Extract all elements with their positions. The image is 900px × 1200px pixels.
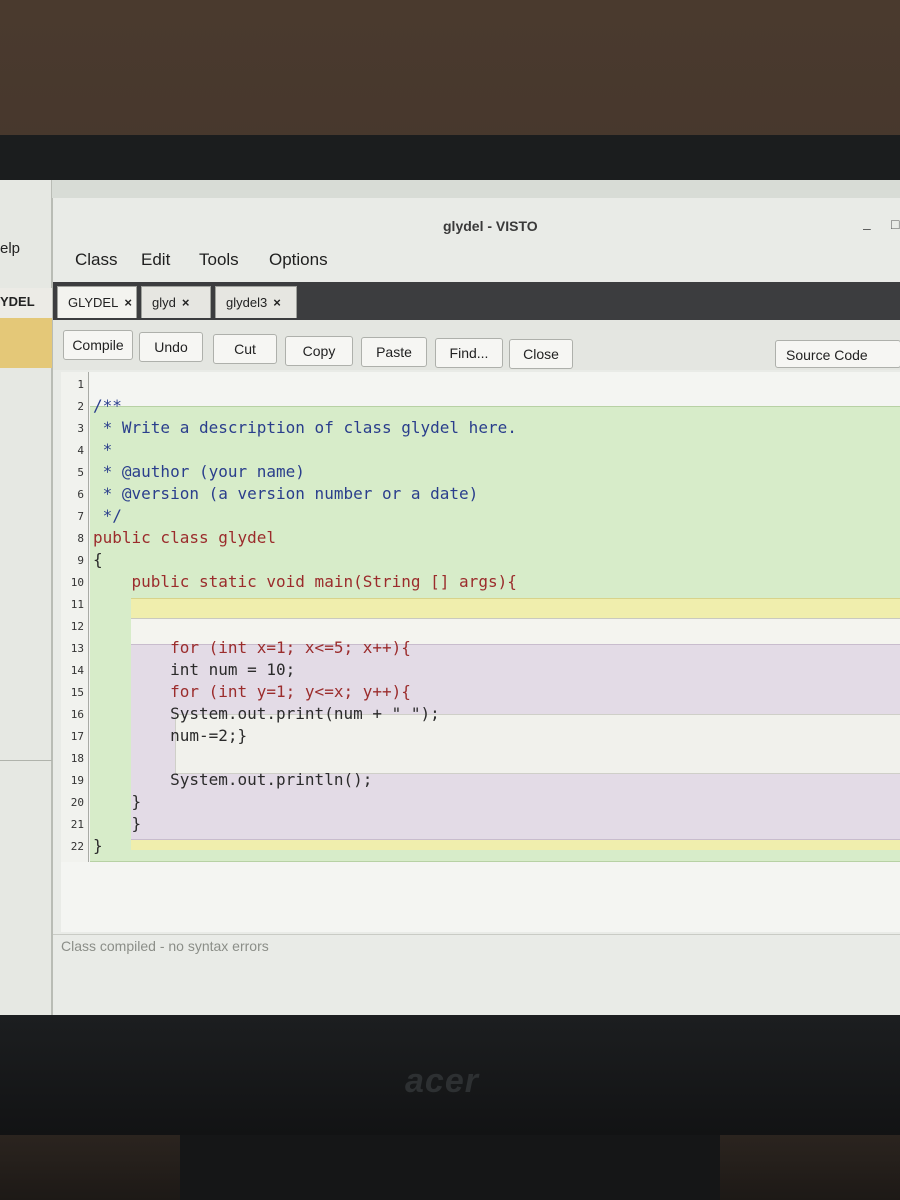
line-number: 14: [70, 664, 84, 677]
menu-tools[interactable]: Tools: [199, 250, 239, 270]
code-line: */: [93, 506, 122, 525]
paste-button[interactable]: Paste: [361, 337, 427, 367]
code-line: }: [93, 814, 142, 833]
line-number: 13: [70, 642, 84, 655]
line-number: 2: [77, 400, 84, 413]
maximize-icon[interactable]: □: [891, 216, 899, 232]
code-line: public static void main(String [] args){: [93, 572, 517, 591]
line-number-gutter: 1 2 3 4 5 6 7 8 9 10 11 12 13 14 15 16 1…: [61, 372, 89, 862]
code-line: for (int y=1; y<=x; y++){: [93, 682, 411, 701]
code-line: * @version (a version number or a date): [93, 484, 479, 503]
line-number: 4: [77, 444, 84, 457]
screen: elp YDEL glydel - VISTO – □ Class Edit T…: [0, 180, 900, 1015]
code-editor[interactable]: 1 2 3 4 5 6 7 8 9 10 11 12 13 14 15 16 1…: [61, 372, 900, 932]
code-line: public class glydel: [93, 528, 277, 547]
code-line: * @author (your name): [93, 462, 305, 481]
line-number: 11: [70, 598, 84, 611]
line-number: 9: [77, 554, 84, 567]
line-number: 12: [70, 620, 84, 633]
line-number: 1: [77, 378, 84, 391]
inner-loop-scope-highlight: [175, 714, 900, 774]
tab-label: glydel3: [226, 295, 268, 310]
code-line: * Write a description of class glydel he…: [93, 418, 517, 437]
toolbar: Compile Undo Cut Copy Paste Find... Clos…: [53, 320, 900, 370]
title-bar[interactable]: glydel - VISTO – □: [53, 198, 900, 242]
status-divider: [53, 934, 900, 935]
code-line: }: [93, 836, 103, 855]
code-line: *: [93, 440, 113, 459]
view-select[interactable]: Source Code: [775, 340, 900, 368]
code-line: {: [93, 550, 103, 569]
line-number: 10: [70, 576, 84, 589]
status-message: Class compiled - no syntax errors: [61, 938, 269, 954]
tab-label: GLYDEL: [68, 295, 119, 310]
monitor-stand: [180, 1135, 720, 1200]
line-number: 5: [77, 466, 84, 479]
line-number: 16: [70, 708, 84, 721]
tab-glydel[interactable]: GLYDEL ×: [57, 286, 137, 318]
background-menu-help[interactable]: elp: [0, 240, 20, 257]
line-number: 18: [70, 752, 84, 765]
line-number: 6: [77, 488, 84, 501]
close-icon[interactable]: ×: [273, 295, 281, 310]
tab-glydel3[interactable]: glydel3 ×: [215, 286, 297, 318]
undo-button[interactable]: Undo: [139, 332, 203, 362]
minimize-icon[interactable]: –: [863, 220, 871, 236]
background-divider: [0, 760, 52, 761]
code-line: /**: [93, 396, 122, 415]
tab-bar: GLYDEL × glyd × glydel3 ×: [53, 282, 900, 320]
line-number: 22: [70, 840, 84, 853]
menu-bar: Class Edit Tools Options: [53, 242, 900, 282]
line-number: 8: [77, 532, 84, 545]
background-tab[interactable]: YDEL: [0, 288, 52, 318]
line-number: 19: [70, 774, 84, 787]
editor-window: glydel - VISTO – □ Class Edit Tools Opti…: [52, 198, 900, 1015]
close-icon[interactable]: ×: [124, 295, 132, 310]
monitor-brand-logo: acer: [405, 1062, 479, 1100]
menu-options[interactable]: Options: [269, 250, 328, 270]
code-line: }: [93, 792, 142, 811]
line-number: 17: [70, 730, 84, 743]
menu-edit[interactable]: Edit: [141, 250, 170, 270]
find-button[interactable]: Find...: [435, 338, 503, 368]
copy-button[interactable]: Copy: [285, 336, 353, 366]
line-number: 3: [77, 422, 84, 435]
tab-glyd[interactable]: glyd ×: [141, 286, 211, 318]
tab-label: glyd: [152, 295, 176, 310]
code-line: int num = 10;: [93, 660, 296, 679]
line-number: 7: [77, 510, 84, 523]
background-window[interactable]: elp YDEL: [0, 180, 52, 1015]
menu-class[interactable]: Class: [75, 250, 118, 270]
line-number: 15: [70, 686, 84, 699]
close-icon[interactable]: ×: [182, 295, 190, 310]
cut-button[interactable]: Cut: [213, 334, 277, 364]
line-number: 20: [70, 796, 84, 809]
line-number: 21: [70, 818, 84, 831]
code-line: num-=2;}: [93, 726, 248, 745]
code-line: for (int x=1; x<=5; x++){: [93, 638, 411, 657]
window-title: glydel - VISTO: [443, 218, 538, 234]
background-panel: [0, 318, 52, 368]
code-line: System.out.println();: [93, 770, 373, 789]
compile-button[interactable]: Compile: [63, 330, 133, 360]
code-line: System.out.print(num + " ");: [93, 704, 440, 723]
close-button[interactable]: Close: [509, 339, 573, 369]
